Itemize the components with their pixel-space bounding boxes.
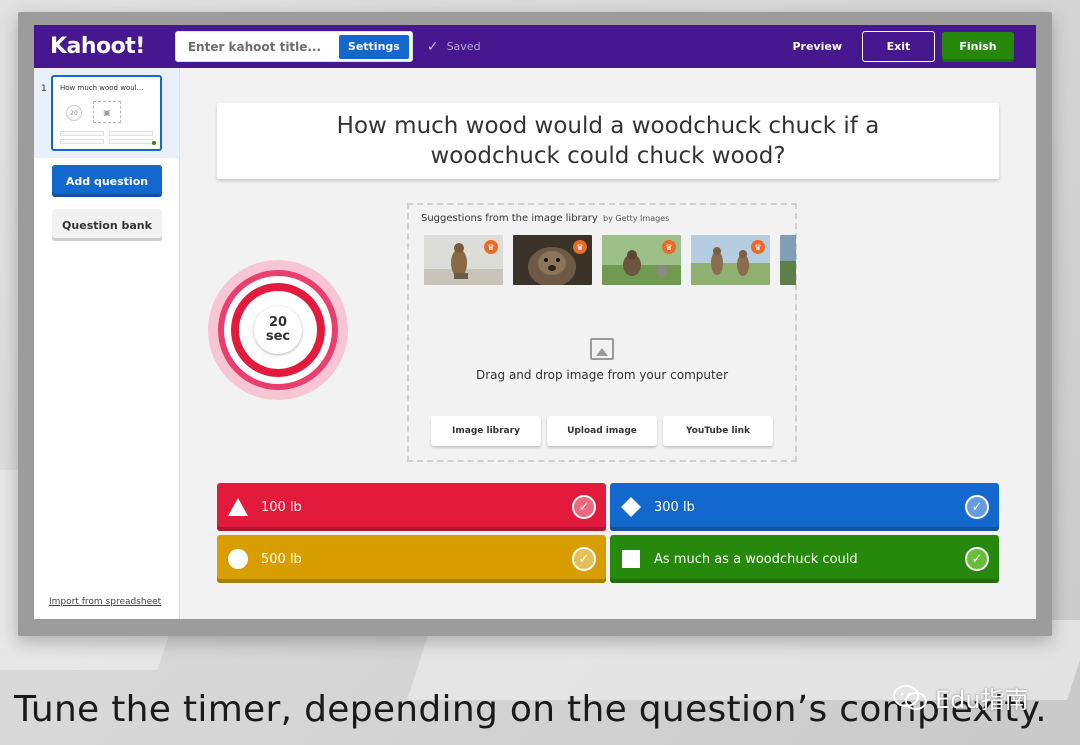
saved-label: Saved [446,40,481,53]
time-limit-selector[interactable]: 20 sec [208,260,348,400]
exit-button[interactable]: Exit [862,31,935,62]
timer-ring: 20 sec [218,270,338,390]
slide-thumbnail-title: How much wood woul... [60,84,144,92]
saved-status: ✓ Saved [427,39,481,55]
slide-thumbnail[interactable]: How much wood woul... 20 ▣ [51,75,162,151]
add-question-button[interactable]: Add question [52,165,162,197]
slide-number: 1 [41,84,47,94]
preview-button[interactable]: Preview [792,40,842,53]
finish-button[interactable]: Finish [942,31,1014,62]
image-library-button[interactable]: Image library [431,416,541,446]
watermark: Edu指南 [893,680,1029,715]
timer-ring: 20 sec [239,291,317,369]
video-caption: Tune the timer, depending on the questio… [14,689,1047,730]
image-upload-icon [590,338,614,360]
timer-seconds: 20 [268,315,288,330]
diamond-icon [620,496,642,518]
title-box: Settings [174,31,413,62]
answer-3[interactable]: 500 lb ✓ [217,535,606,583]
watermark-text: Edu指南 [935,686,1029,714]
suggested-image[interactable]: ♛ [424,235,503,285]
correct-dot-icon [152,141,156,145]
suggested-image[interactable]: ♛ [691,235,770,285]
getty-credit: by Getty Images [603,214,670,223]
premium-crown-icon: ♛ [484,240,498,254]
question-input[interactable]: How much wood would a woodchuck chuck if… [217,103,999,179]
thumbnail-answer [60,139,104,144]
import-spreadsheet-link[interactable]: Import from spreadsheet [49,597,161,607]
suggestions-label: Suggestions from the image library [421,213,598,224]
suggested-image[interactable]: ♛ [602,235,681,285]
kahoot-logo[interactable]: Kahoot! [50,34,145,59]
top-bar: Kahoot! Settings ✓ Saved Preview Exit Fi… [34,25,1036,68]
thumbnail-answer [109,131,153,136]
square-icon [620,548,642,570]
answer-1[interactable]: 100 lb ✓ [217,483,606,531]
timer-unit: sec [265,329,291,344]
drag-drop-text: Drag and drop image from your computer [475,368,728,382]
triangle-icon [227,496,249,518]
image-suggestions-heading: Suggestions from the image library by Ge… [421,213,669,224]
mark-correct-toggle[interactable]: ✓ [572,547,596,571]
mark-correct-toggle[interactable]: ✓ [965,547,989,571]
sidebar: 1 How much wood woul... 20 ▣ Add questio… [34,68,180,619]
upload-image-button[interactable]: Upload image [547,416,657,446]
settings-button[interactable]: Settings [338,34,409,59]
timer-value: 20 sec [254,306,302,354]
thumbnail-answer [60,131,104,136]
check-icon: ✓ [426,38,439,55]
image-placeholder-icon: ▣ [93,101,121,123]
answer-label: As much as a woodchuck could [654,551,858,567]
circle-icon [227,548,249,570]
wechat-icon [893,684,927,711]
image-suggestions: ♛ ♛ ♛ ♛ [424,235,796,285]
kahoot-title-input[interactable] [187,39,338,54]
question-bank-button[interactable]: Question bank [52,209,162,241]
timer-ring: 20 sec [224,276,332,384]
media-drop-zone[interactable]: Suggestions from the image library by Ge… [407,203,797,462]
answer-label: 300 lb [654,499,695,515]
answer-2[interactable]: 300 lb ✓ [610,483,999,531]
answer-4[interactable]: As much as a woodchuck could ✓ [610,535,999,583]
premium-crown-icon: ♛ [662,240,676,254]
timer-ring: 20 sec [231,283,325,377]
slide-list-item[interactable]: 1 How much wood woul... 20 ▣ [34,68,179,158]
premium-crown-icon: ♛ [751,240,765,254]
answer-label: 100 lb [261,499,302,515]
kahoot-editor: Kahoot! Settings ✓ Saved Preview Exit Fi… [34,25,1036,619]
thumbnail-answer [109,139,153,144]
youtube-link-button[interactable]: YouTube link [663,416,773,446]
premium-crown-icon: ♛ [573,240,587,254]
mark-correct-toggle[interactable]: ✓ [965,495,989,519]
suggested-image[interactable]: ♛ [513,235,592,285]
mark-correct-toggle[interactable]: ✓ [572,495,596,519]
slide-thumbnail-timer: 20 [66,105,82,121]
suggested-image[interactable] [780,235,796,285]
answer-label: 500 lb [261,551,302,567]
